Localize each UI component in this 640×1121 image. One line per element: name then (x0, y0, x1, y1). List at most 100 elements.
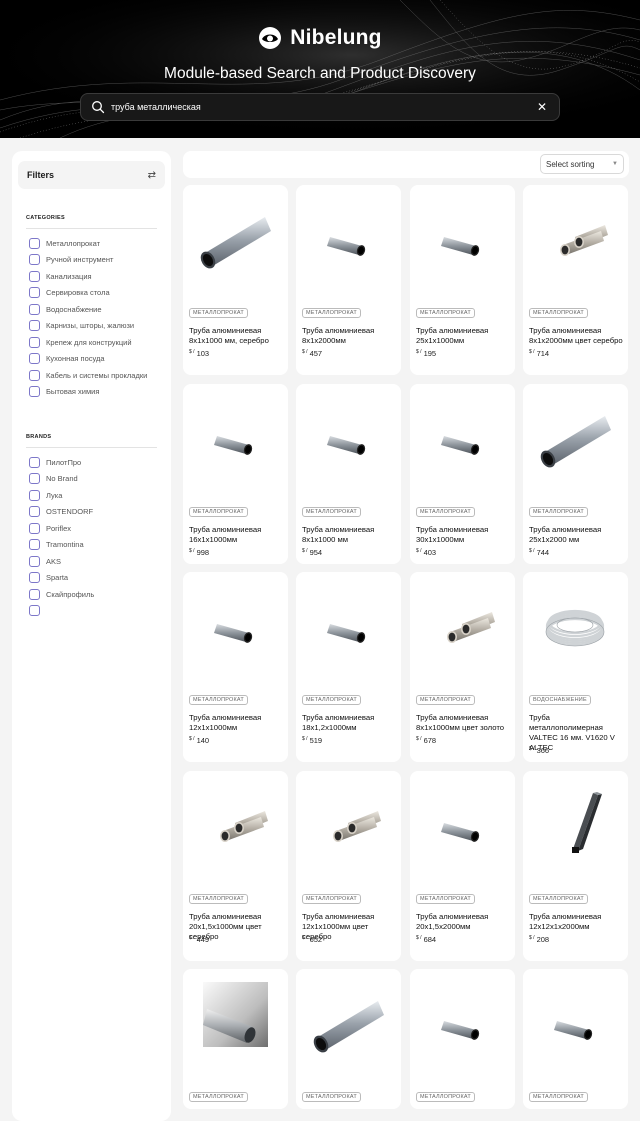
checkbox[interactable] (29, 353, 40, 365)
product-image[interactable] (296, 384, 401, 502)
product-image[interactable] (296, 969, 401, 1087)
brand-option[interactable]: Лука (29, 487, 171, 504)
product-image[interactable] (410, 771, 515, 889)
category-option[interactable]: Металлопрокат (29, 235, 171, 252)
product-card[interactable]: МЕТАЛЛОПРОКАТ (296, 969, 401, 1109)
product-card[interactable]: МЕТАЛЛОПРОКАТ Труба алюминиевая 20x1,5x20… (410, 771, 515, 961)
product-card[interactable]: МЕТАЛЛОПРОКАТ Труба алюминиевая 25x1x1000… (410, 185, 515, 375)
reset-filters-icon[interactable]: ⇄ (148, 170, 156, 181)
product-name[interactable]: Труба алюминиевая 8x1x1000 мм (302, 525, 398, 545)
product-card[interactable]: МЕТАЛЛОПРОКАТ Труба алюминиевая 20x1,5x10… (183, 771, 288, 961)
brand-logo[interactable]: Nibelung (0, 26, 640, 50)
product-image[interactable] (523, 185, 628, 303)
checkbox[interactable] (29, 506, 40, 518)
product-card[interactable]: МЕТАЛЛОПРОКАТ (183, 969, 288, 1109)
product-image[interactable] (183, 185, 288, 303)
brand-option[interactable] (29, 603, 171, 620)
brand-option[interactable]: OSTENDORF (29, 504, 171, 521)
checkbox[interactable] (29, 588, 40, 600)
checkbox[interactable] (29, 522, 40, 534)
checkbox[interactable] (29, 254, 40, 266)
product-card[interactable]: МЕТАЛЛОПРОКАТ Труба алюминиевая 8x1x1000 … (183, 185, 288, 375)
close-icon[interactable]: ✕ (535, 100, 549, 114)
checkbox[interactable] (29, 237, 40, 249)
product-image[interactable] (410, 384, 515, 502)
product-card[interactable]: МЕТАЛЛОПРОКАТ Труба алюминиевая 8x1x1000 … (296, 384, 401, 564)
product-image[interactable] (523, 969, 628, 1087)
product-card[interactable]: МЕТАЛЛОПРОКАТ Труба алюминиевая 12x1x1000… (183, 572, 288, 762)
brand-option[interactable]: ПилотПро (29, 454, 171, 471)
product-card[interactable]: ВОДОСНАБЖЕНИЕ Труба металлополимерная VAL… (523, 572, 628, 762)
product-name[interactable]: Труба алюминиевая 25x1x2000 мм (529, 525, 625, 545)
brand-option[interactable]: Sparta (29, 570, 171, 587)
product-name[interactable]: Труба алюминиевая 12x12x1x2000мм (529, 912, 625, 932)
product-name[interactable]: Труба алюминиевая 8x1x2000мм (302, 326, 398, 346)
search-bar[interactable]: труба металлическая ✕ (80, 93, 560, 121)
checkbox[interactable] (29, 572, 40, 584)
checkbox[interactable] (29, 287, 40, 299)
category-option[interactable]: Кабель и системы прокладки (29, 367, 171, 384)
product-image[interactable] (183, 384, 288, 502)
category-option[interactable]: Ручной инструмент (29, 252, 171, 269)
product-image[interactable] (523, 384, 628, 502)
product-card[interactable]: МЕТАЛЛОПРОКАТ Труба алюминиевая 8x1x2000м… (523, 185, 628, 375)
checkbox[interactable] (29, 555, 40, 567)
product-image[interactable] (410, 572, 515, 690)
product-image[interactable] (296, 771, 401, 889)
product-image[interactable] (183, 969, 288, 1087)
product-card[interactable]: МЕТАЛЛОПРОКАТ Труба алюминиевая 18x1,2x10… (296, 572, 401, 762)
product-name[interactable]: Труба алюминиевая 8x1x2000мм цвет серебр… (529, 326, 625, 346)
category-option[interactable]: Сервировка стола (29, 285, 171, 302)
category-option[interactable]: Водоснабжение (29, 301, 171, 318)
product-name[interactable]: Труба алюминиевая 25x1x1000мм (416, 326, 512, 346)
brand-option[interactable]: No Brand (29, 471, 171, 488)
category-option[interactable]: Карнизы, шторы, жалюзи (29, 318, 171, 335)
checkbox[interactable] (29, 336, 40, 348)
checkbox[interactable] (29, 369, 40, 381)
brand-option[interactable]: Poriflex (29, 520, 171, 537)
checkbox[interactable] (29, 386, 40, 398)
product-image[interactable] (523, 572, 628, 690)
product-image[interactable] (183, 572, 288, 690)
product-image[interactable] (410, 185, 515, 303)
brand-option[interactable]: AKS (29, 553, 171, 570)
checkbox[interactable] (29, 539, 40, 551)
product-name[interactable]: Труба алюминиевая 16x1x1000мм (189, 525, 285, 545)
brand-option[interactable]: Скайпрофиль (29, 586, 171, 603)
product-image[interactable] (183, 771, 288, 889)
product-card[interactable]: МЕТАЛЛОПРОКАТ Труба алюминиевая 8x1x2000м… (296, 185, 401, 375)
product-name[interactable]: Труба алюминиевая 20x1,5x2000мм (416, 912, 512, 932)
category-option[interactable]: Крепеж для конструкций (29, 334, 171, 351)
product-image[interactable] (296, 572, 401, 690)
product-image[interactable] (523, 771, 628, 889)
checkbox[interactable] (29, 489, 40, 501)
product-name[interactable]: Труба алюминиевая 8x1x1000мм цвет золото (416, 713, 512, 733)
product-image[interactable] (410, 969, 515, 1087)
product-card[interactable]: МЕТАЛЛОПРОКАТ Труба алюминиевая 8x1x1000м… (410, 572, 515, 762)
product-name[interactable]: Труба алюминиевая 12x1x1000мм (189, 713, 285, 733)
checkbox[interactable] (29, 303, 40, 315)
product-card[interactable]: МЕТАЛЛОПРОКАТ Труба алюминиевая 16x1x1000… (183, 384, 288, 564)
search-input[interactable]: труба металлическая (111, 102, 535, 112)
checkbox[interactable] (29, 270, 40, 282)
product-card[interactable]: МЕТАЛЛОПРОКАТ (523, 969, 628, 1109)
checkbox[interactable] (29, 320, 40, 332)
product-name[interactable]: Труба алюминиевая 30x1x1000мм (416, 525, 512, 545)
checkbox[interactable] (29, 473, 40, 485)
product-card[interactable]: МЕТАЛЛОПРОКАТ Труба алюминиевая 12x12x1x2… (523, 771, 628, 961)
category-option[interactable]: Кухонная посуда (29, 351, 171, 368)
product-card[interactable]: МЕТАЛЛОПРОКАТ Труба алюминиевая 30x1x1000… (410, 384, 515, 564)
product-image[interactable] (296, 185, 401, 303)
checkbox[interactable] (29, 605, 40, 617)
brand-option[interactable]: Tramontina (29, 537, 171, 554)
category-option[interactable]: Канализация (29, 268, 171, 285)
category-option[interactable]: Бытовая химия (29, 384, 171, 401)
product-card[interactable]: МЕТАЛЛОПРОКАТ Труба алюминиевая 25x1x2000… (523, 384, 628, 564)
checkbox[interactable] (29, 456, 40, 468)
price-value: 195 (423, 349, 437, 358)
product-name[interactable]: Труба алюминиевая 8x1x1000 мм, серебро (189, 326, 285, 346)
sort-select[interactable]: Select sorting ▼ (540, 154, 624, 174)
product-name[interactable]: Труба алюминиевая 18x1,2x1000мм (302, 713, 398, 733)
product-card[interactable]: МЕТАЛЛОПРОКАТ (410, 969, 515, 1109)
product-card[interactable]: МЕТАЛЛОПРОКАТ Труба алюминиевая 12x1x1000… (296, 771, 401, 961)
